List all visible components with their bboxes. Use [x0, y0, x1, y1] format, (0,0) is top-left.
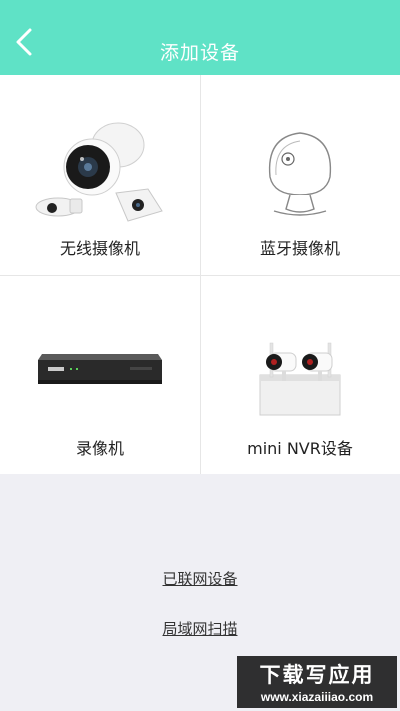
networked-devices-row: 已联网设备: [0, 568, 400, 589]
bluetooth-camera-image: [200, 115, 400, 225]
watermark-logo: 下载写应用 www.xiazaiiiao.com: [237, 656, 397, 708]
add-device-screen: 添加设备 无线摄像机 蓝牙摄像机 录像机 mini NVR设备 已联网设备 局域…: [0, 0, 400, 711]
recorder-image: [0, 315, 200, 425]
device-option-mini-nvr[interactable]: mini NVR设备: [200, 275, 400, 475]
lan-scan-link[interactable]: 局域网扫描: [162, 620, 237, 638]
device-grid: 无线摄像机 蓝牙摄像机 录像机 mini NVR设备: [0, 75, 400, 474]
wireless-camera-image: [0, 115, 200, 225]
device-label: 无线摄像机: [59, 239, 140, 258]
device-label: 录像机: [75, 439, 124, 458]
device-label: 蓝牙摄像机: [259, 239, 340, 258]
watermark-url: www.xiazaiiiao.com: [260, 690, 374, 704]
watermark-title: 下载写应用: [259, 663, 375, 687]
networked-devices-link[interactable]: 已联网设备: [162, 570, 237, 588]
page-title: 添加设备: [159, 42, 240, 64]
mini-nvr-image: [200, 315, 400, 425]
device-option-recorder[interactable]: 录像机: [0, 275, 200, 475]
device-option-wireless-camera[interactable]: 无线摄像机: [0, 75, 200, 275]
device-label: mini NVR设备: [247, 439, 353, 458]
top-bar: 添加设备: [0, 0, 400, 75]
device-option-bluetooth-camera[interactable]: 蓝牙摄像机: [200, 75, 400, 275]
lan-scan-row: 局域网扫描: [0, 618, 400, 639]
